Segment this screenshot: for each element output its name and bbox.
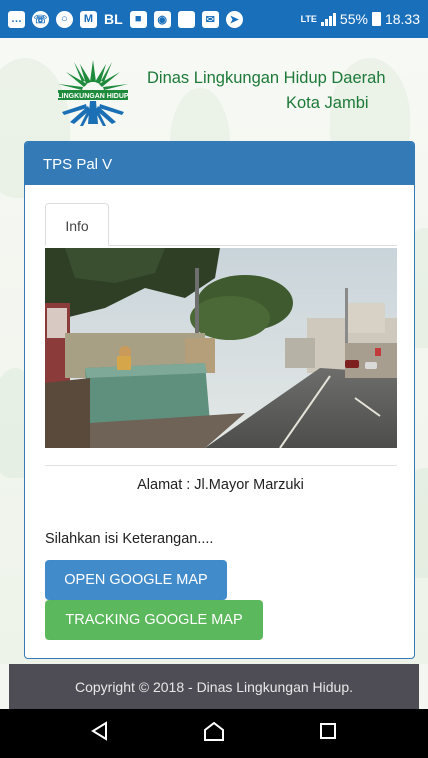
battery-percent: 55% (339, 11, 368, 27)
home-button[interactable] (184, 709, 244, 758)
gmail-icon: M (80, 10, 97, 28)
tracking-google-map-button[interactable]: TRACKING GOOGLE MAP (45, 600, 263, 640)
back-button[interactable] (70, 709, 130, 758)
square-icon (177, 10, 195, 28)
panel-title: TPS Pal V (25, 142, 414, 185)
page-footer: Copyright © 2018 - Dinas Lingkungan Hidu… (9, 664, 419, 709)
address-value: Jl.Mayor Marzuki (194, 477, 304, 493)
content-divider (45, 465, 397, 466)
agency-name: Dinas Lingkungan Hidup Daerah (147, 69, 386, 87)
app-icon: ◉ (153, 10, 171, 28)
location-photo (45, 248, 397, 448)
navigation-bar (0, 709, 428, 758)
signal-icon (320, 12, 336, 26)
site-header: LINGKUNGAN HIDUP Dinas Lingkungan Hidup … (0, 38, 428, 140)
network-type: LTE (300, 14, 317, 24)
city-name: Kota Jambi (286, 94, 369, 112)
tab-info[interactable]: Info (45, 203, 109, 246)
battery-icon (371, 12, 381, 26)
back-icon (89, 720, 111, 747)
address-label: Alamat : (137, 477, 191, 493)
location-icon: ➤ (225, 10, 243, 28)
chrome-icon: ○ (56, 10, 73, 28)
status-bar: … ☏ ○ M BL ■ ◉ ✉ ➤ LTE 55% 18.33 (0, 0, 428, 38)
recents-button[interactable] (298, 709, 358, 758)
logo-text: LINGKUNGAN HIDUP (57, 93, 128, 100)
clock: 18.33 (384, 11, 420, 27)
mail-icon: ✉ (201, 10, 219, 28)
home-icon (202, 720, 226, 747)
whatsapp-icon: ☏ (32, 10, 49, 28)
briefcase-icon: ■ (129, 10, 147, 28)
location-panel: TPS Pal V Info Alamat: Jl.Mayor Marzuki… (24, 141, 415, 659)
recents-icon (318, 721, 338, 746)
note-text: Silahkan isi Keterangan.... (45, 531, 214, 547)
agency-logo: LINGKUNGAN HIDUP (52, 54, 134, 128)
message-icon: … (8, 10, 25, 28)
open-google-map-button[interactable]: OPEN GOOGLE MAP (45, 560, 227, 600)
bbm-icon: BL (104, 11, 123, 27)
address-line: Alamat : Jl.Mayor Marzuki (25, 477, 416, 493)
